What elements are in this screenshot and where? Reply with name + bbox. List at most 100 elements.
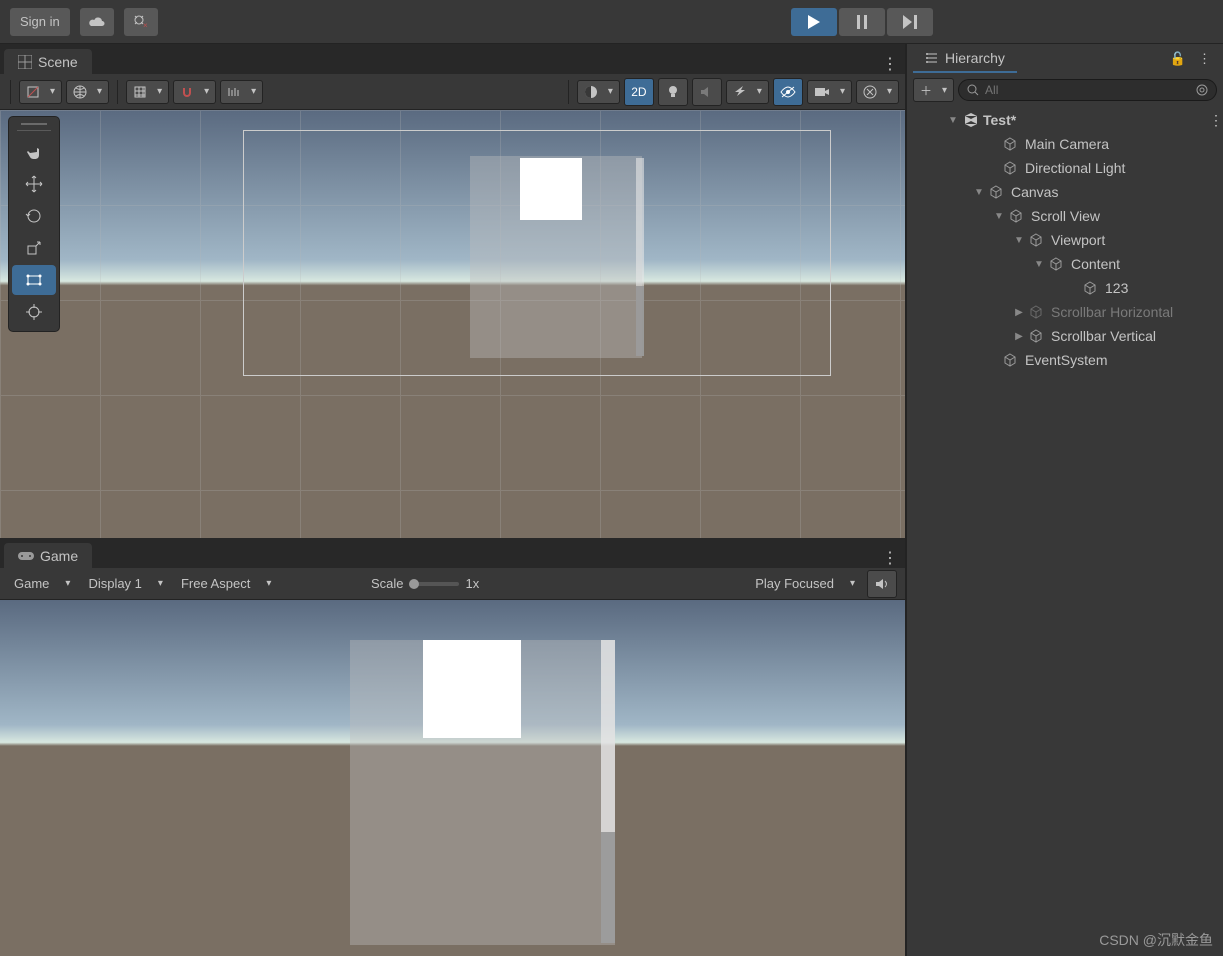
hierarchy-tab-menu[interactable]: ⋮ (1192, 51, 1217, 67)
rect-tool[interactable] (12, 265, 56, 295)
grid-snap-icon (133, 85, 147, 99)
cloud-icon (88, 16, 106, 28)
item-scrollview[interactable]: Scroll View (907, 204, 1223, 228)
tab-game[interactable]: Game (4, 543, 92, 568)
scene-root[interactable]: Test* ⋮ (907, 108, 1223, 132)
cube-icon (1029, 305, 1047, 319)
svg-text:×: × (143, 21, 148, 30)
display-dropdown[interactable]: Display 1 (82, 572, 169, 596)
palette-handle[interactable] (17, 121, 51, 131)
step-icon (903, 15, 917, 29)
play-button[interactable] (791, 8, 837, 36)
expand-toggle[interactable] (1033, 259, 1045, 270)
rotate-tool[interactable] (12, 201, 56, 231)
scene-icon (18, 55, 32, 69)
expand-toggle[interactable] (993, 211, 1005, 222)
bug-button[interactable]: × (124, 8, 158, 36)
item-123[interactable]: 123 (907, 276, 1223, 300)
tab-hierarchy[interactable]: Hierarchy (913, 45, 1017, 73)
shading-tool[interactable] (577, 80, 620, 104)
scale-value: 1x (465, 576, 479, 591)
game-tab-menu[interactable]: ⋮ (881, 548, 905, 568)
game-viewmode-dropdown[interactable]: Game (8, 572, 76, 596)
playmode-dropdown[interactable]: Play Focused (749, 572, 861, 596)
bug-icon: × (133, 14, 149, 30)
snap-tool[interactable] (173, 80, 216, 104)
pivot-tool[interactable] (19, 80, 62, 104)
scene-tab-menu[interactable]: ⋮ (881, 54, 905, 74)
tab-scene-label: Scene (38, 54, 78, 70)
speaker-icon (875, 578, 889, 590)
scale-tool[interactable] (12, 233, 56, 263)
play-icon (808, 15, 820, 29)
game-scrollbar-thumb (601, 832, 615, 943)
hierarchy-tabstrip: Hierarchy 🔓 ⋮ (907, 44, 1223, 74)
cloud-button[interactable] (80, 8, 114, 36)
lighting-toggle[interactable] (658, 78, 688, 106)
scene-menu[interactable]: ⋮ (1209, 112, 1223, 129)
tab-scene[interactable]: Scene (4, 49, 92, 74)
globe-tool[interactable] (66, 80, 109, 104)
scene-toolbar: 2D (0, 74, 905, 110)
step-button[interactable] (887, 8, 933, 36)
hand-tool[interactable] (12, 137, 56, 167)
game-tabstrip: Game ⋮ (0, 538, 905, 568)
scene-tabstrip: Scene ⋮ (0, 44, 905, 74)
scene-name: Test* (983, 112, 1016, 128)
aspect-dropdown[interactable]: Free Aspect (175, 572, 365, 596)
game-icon (18, 550, 34, 562)
move-tool[interactable] (12, 169, 56, 199)
search-input[interactable] (985, 83, 1190, 97)
2d-toggle[interactable]: 2D (624, 78, 654, 106)
gizmo-tool[interactable] (856, 80, 899, 104)
expand-toggle[interactable] (947, 115, 959, 126)
increment-tool[interactable] (220, 80, 263, 104)
visibility-toggle[interactable] (773, 78, 803, 106)
rect-icon (25, 271, 43, 289)
tab-hierarchy-label: Hierarchy (945, 50, 1005, 66)
gizmo-icon (863, 85, 877, 99)
item-canvas[interactable]: Canvas (907, 180, 1223, 204)
scene-viewport[interactable] (0, 110, 905, 538)
item-scroll-h[interactable]: Scrollbar Horizontal (907, 300, 1223, 324)
create-dropdown[interactable]: ＋ (913, 78, 954, 102)
camera-tool[interactable] (807, 80, 852, 104)
lock-icon[interactable]: 🔓 (1164, 51, 1192, 67)
hierarchy-tree: Test* ⋮ Main Camera Directional Light Ca… (907, 106, 1223, 374)
audio-mute-button[interactable] (867, 570, 897, 598)
watermark: CSDN @沉默金鱼 (1099, 930, 1213, 950)
sign-in-button[interactable]: Sign in (10, 8, 70, 36)
expand-toggle[interactable] (1013, 331, 1025, 342)
pause-button[interactable] (839, 8, 885, 36)
hierarchy-icon (925, 51, 939, 65)
cube-icon (1029, 233, 1047, 247)
transform-tool[interactable] (12, 297, 56, 327)
cube-icon (1049, 257, 1067, 271)
item-dir-light[interactable]: Directional Light (907, 156, 1223, 180)
item-scroll-v[interactable]: Scrollbar Vertical (907, 324, 1223, 348)
expand-toggle[interactable] (1013, 307, 1025, 318)
grid-snap-tool[interactable] (126, 80, 169, 104)
hierarchy-search[interactable] (958, 79, 1217, 101)
tab-game-label: Game (40, 548, 78, 564)
game-viewport[interactable] (0, 600, 905, 956)
item-content[interactable]: Content (907, 252, 1223, 276)
hand-icon (25, 143, 43, 161)
audio-toggle[interactable] (692, 78, 722, 106)
cube-icon (1029, 329, 1047, 343)
item-eventsystem[interactable]: EventSystem (907, 348, 1223, 372)
expand-toggle[interactable] (1013, 235, 1025, 246)
fx-toggle[interactable] (726, 80, 769, 104)
tool-palette (8, 116, 60, 332)
snap-icon (180, 85, 194, 99)
expand-toggle[interactable] (973, 187, 985, 198)
cube-icon (1003, 353, 1021, 367)
cube-icon (1009, 209, 1027, 223)
item-main-camera[interactable]: Main Camera (907, 132, 1223, 156)
filter-icon[interactable] (1196, 84, 1208, 96)
scale-slider[interactable] (409, 582, 459, 586)
content-item (520, 158, 582, 220)
pause-icon (857, 15, 867, 29)
lightbulb-icon (667, 85, 679, 99)
item-viewport[interactable]: Viewport (907, 228, 1223, 252)
